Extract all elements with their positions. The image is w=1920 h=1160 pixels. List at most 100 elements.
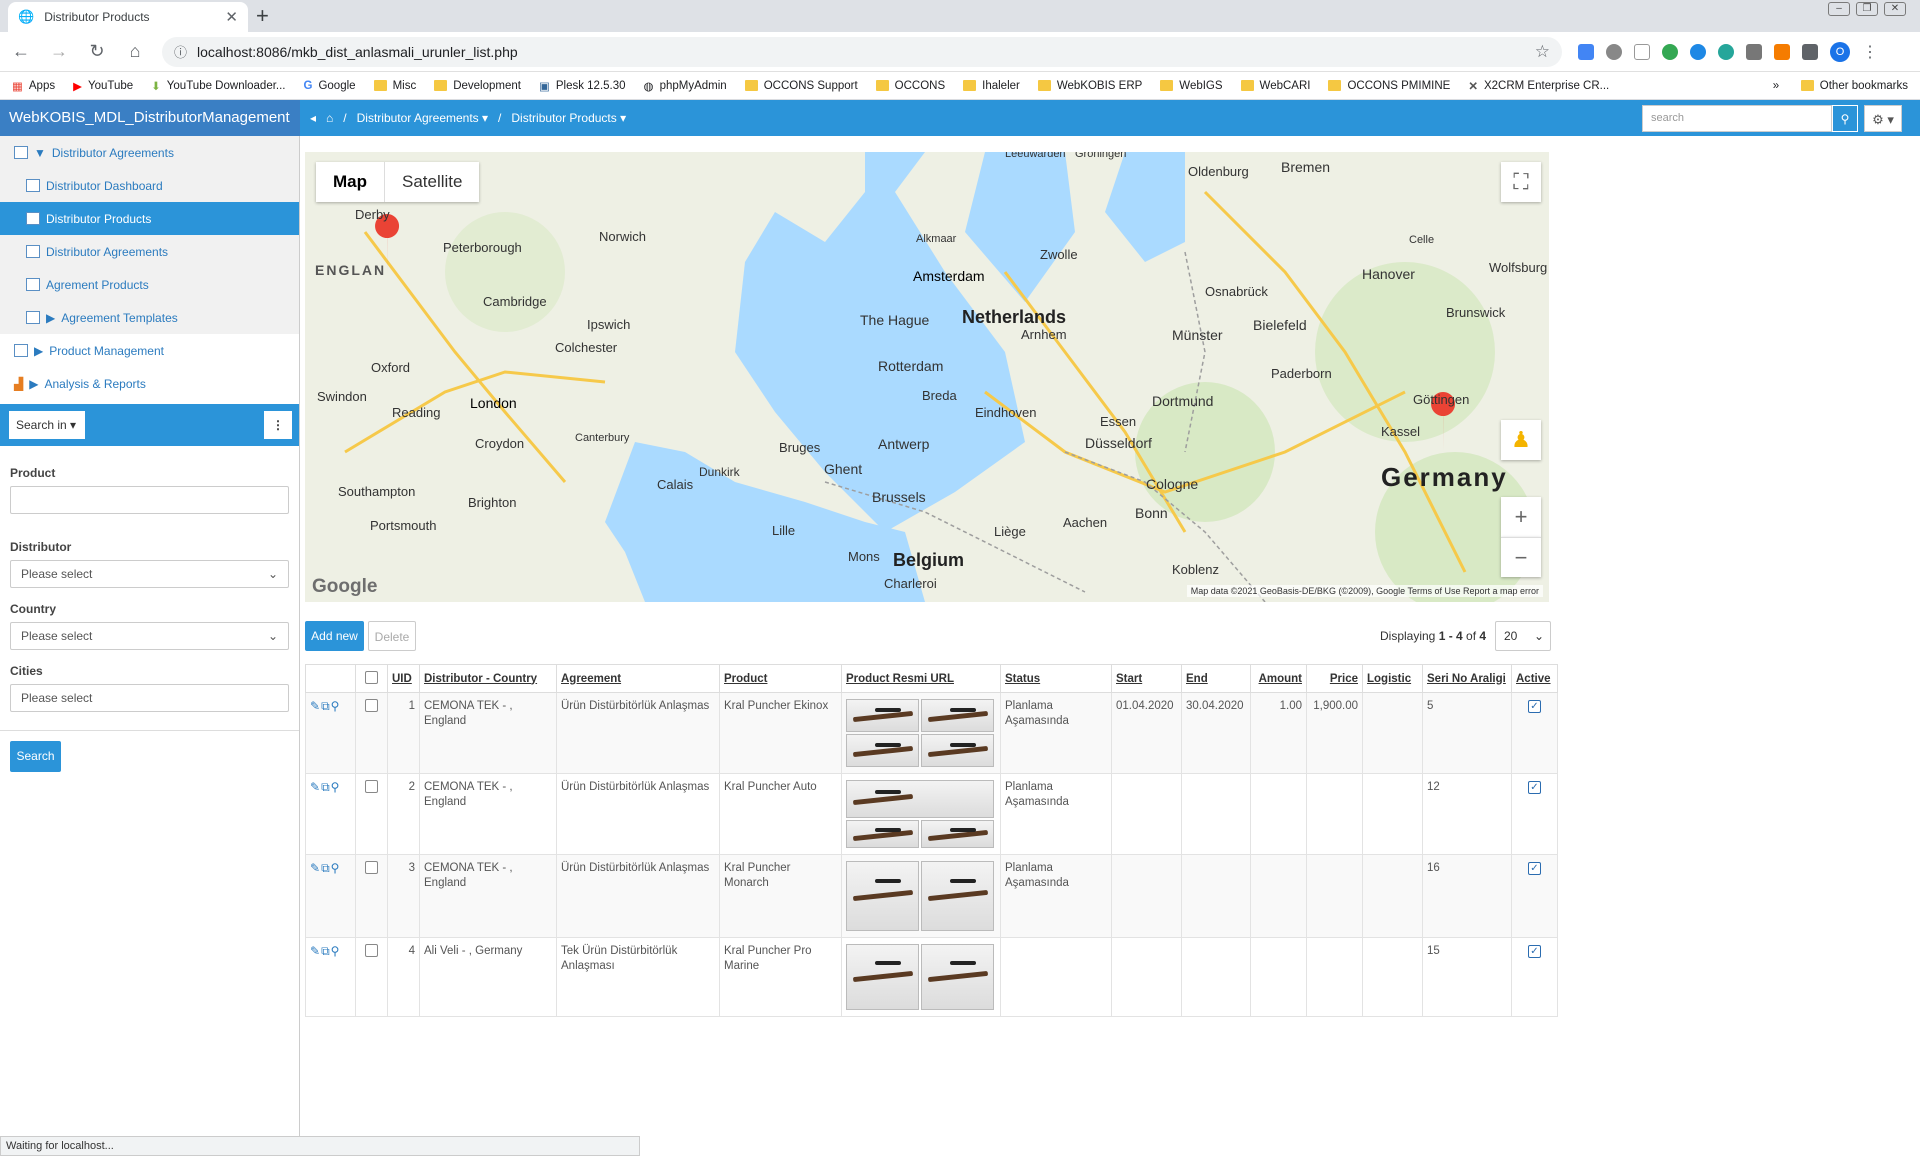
w-extension-icon[interactable] [1634, 43, 1650, 60]
col-end[interactable]: End [1181, 664, 1251, 693]
pin-extension-icon[interactable] [1662, 43, 1678, 60]
sidebar-item-distributor-products[interactable]: Distributor Products [0, 202, 299, 235]
product-image[interactable] [846, 820, 919, 848]
page-size-select[interactable]: 20 ⌄ [1495, 621, 1551, 651]
bookmark-phpmyadmin[interactable]: ◍ phpMyAdmin [644, 79, 727, 93]
map-type-satellite-button[interactable]: Satellite [384, 162, 479, 202]
select-all-checkbox[interactable] [355, 664, 388, 693]
bookmark-occons-support[interactable]: OCCONS Support [744, 80, 858, 92]
home-icon[interactable]: ⌂ [124, 41, 146, 62]
street-view-pegman-icon[interactable]: ♟ [1501, 420, 1541, 460]
bookmark-occons[interactable]: OCCONS [875, 80, 945, 92]
bookmark-misc[interactable]: Misc [373, 80, 416, 92]
recycle-extension-icon[interactable] [1606, 43, 1622, 60]
zoom-in-icon[interactable]: + [1501, 497, 1541, 537]
product-image[interactable] [921, 734, 994, 767]
bookmark-webcari[interactable]: WebCARI [1240, 80, 1310, 92]
sidebar-item-agreement-templates[interactable]: ▶ Agreement Templates [0, 301, 299, 334]
product-image[interactable] [921, 820, 994, 848]
product-image[interactable] [846, 734, 919, 767]
row-checkbox[interactable] [355, 854, 388, 938]
bookmark-webkobis-erp[interactable]: WebKOBIS ERP [1037, 80, 1142, 92]
reload-icon[interactable]: ↻ [86, 41, 108, 62]
grid-extension-icon[interactable] [1746, 43, 1762, 60]
edit-icon[interactable]: ✎ [310, 944, 321, 958]
view-search-icon[interactable]: ⚲ [331, 780, 341, 794]
copy-icon[interactable]: ⧉ [321, 699, 331, 713]
restore-button[interactable]: ❐ [1856, 2, 1878, 16]
bookmark-apps[interactable]: ▦ Apps [12, 79, 55, 93]
bookmark-star-icon[interactable]: ☆ [1535, 42, 1550, 62]
add-new-button[interactable]: Add new [305, 621, 364, 651]
view-search-icon[interactable]: ⚲ [331, 944, 341, 958]
col-logistic[interactable]: Logistic [1362, 664, 1423, 693]
edit-icon[interactable]: ✎ [310, 861, 321, 875]
product-image[interactable] [921, 861, 994, 931]
bookmark-x2crm[interactable]: ✕ X2CRM Enterprise CR... [1468, 79, 1609, 93]
puzzle-extension-icon[interactable] [1802, 43, 1818, 60]
more-options-icon[interactable]: ⋮ [264, 411, 292, 439]
col-distributor[interactable]: Distributor - Country [419, 664, 557, 693]
translate-extension-icon[interactable] [1578, 43, 1594, 60]
map-type-map-button[interactable]: Map [316, 162, 384, 202]
col-price[interactable]: Price [1306, 664, 1363, 693]
gear-icon[interactable]: ⚙ ▾ [1864, 105, 1902, 132]
breadcrumb-agreements[interactable]: Distributor Agreements ▾ [357, 111, 488, 125]
row-checkbox[interactable] [355, 692, 388, 774]
active-checkbox[interactable]: ✓ [1511, 854, 1558, 938]
copy-icon[interactable]: ⧉ [321, 780, 331, 794]
globe-extension-icon[interactable] [1718, 43, 1734, 60]
col-product-url[interactable]: Product Resmi URL [841, 664, 1001, 693]
map-attribution[interactable]: Map data ©2021 GeoBasis-DE/BKG (©2009), … [1186, 585, 1543, 597]
orange-extension-icon[interactable] [1774, 43, 1790, 60]
forward-icon[interactable]: → [48, 41, 70, 62]
url-bar[interactable]: ⓘ localhost:8086/mkb_dist_anlasmali_urun… [162, 36, 1562, 67]
window-close-button[interactable]: ✕ [1884, 2, 1906, 16]
other-bookmarks[interactable]: » Other bookmarks [1773, 80, 1908, 92]
profile-avatar[interactable]: O [1830, 41, 1850, 62]
breadcrumb-products[interactable]: Distributor Products ▾ [511, 111, 626, 125]
product-image[interactable] [921, 944, 994, 1010]
browser-menu-icon[interactable]: ⋮ [1862, 42, 1878, 62]
col-uid[interactable]: UID [387, 664, 420, 693]
view-search-icon[interactable]: ⚲ [331, 699, 341, 713]
sidebar-item-product-management[interactable]: ▶ Product Management [0, 334, 299, 367]
bookmark-development[interactable]: Development [434, 80, 521, 92]
map[interactable]: Map Satellite ⛶ ♟ + − Netherlands German… [305, 152, 1549, 602]
edit-icon[interactable]: ✎ [310, 780, 321, 794]
browser-tab[interactable]: 🌐 Distributor Products ✕ [8, 2, 248, 32]
search-icon[interactable]: ⚲ [1832, 105, 1858, 132]
bookmark-youtube-downloader[interactable]: ⬇ YouTube Downloader... [151, 79, 285, 93]
col-seri[interactable]: Seri No Araligi [1422, 664, 1512, 693]
copy-icon[interactable]: ⧉ [321, 861, 331, 875]
product-image[interactable] [921, 699, 994, 732]
bookmark-plesk[interactable]: ▣ Plesk 12.5.30 [539, 79, 626, 93]
col-agreement[interactable]: Agreement [556, 664, 720, 693]
minimize-button[interactable]: – [1828, 2, 1850, 16]
active-checkbox[interactable]: ✓ [1511, 692, 1558, 774]
sidebar-item-distributor-agreements-group[interactable]: ▼ Distributor Agreements [0, 136, 299, 169]
col-product[interactable]: Product [719, 664, 842, 693]
sidebar-item-distributor-dashboard[interactable]: Distributor Dashboard [0, 169, 299, 202]
active-checkbox[interactable]: ✓ [1511, 773, 1558, 855]
link-extension-icon[interactable] [1690, 43, 1706, 60]
col-amount[interactable]: Amount [1250, 664, 1307, 693]
sidebar-item-agrement-products[interactable]: Agrement Products [0, 268, 299, 301]
zoom-out-icon[interactable]: − [1501, 537, 1541, 577]
row-checkbox[interactable] [355, 937, 388, 1017]
sidebar-item-distributor-agreements[interactable]: Distributor Agreements [0, 235, 299, 268]
bookmark-google[interactable]: G Google [304, 80, 356, 92]
back-icon[interactable]: ← [10, 41, 32, 62]
copy-icon[interactable]: ⧉ [321, 944, 331, 958]
row-checkbox[interactable] [355, 773, 388, 855]
active-checkbox[interactable]: ✓ [1511, 937, 1558, 1017]
product-image[interactable] [846, 780, 994, 818]
bookmark-webigs[interactable]: WebIGS [1160, 80, 1223, 92]
col-status[interactable]: Status [1000, 664, 1112, 693]
product-image[interactable] [846, 944, 919, 1010]
search-in-dropdown[interactable]: Search in ▾ [9, 411, 85, 439]
distributor-select[interactable]: Please select ⌄ [10, 560, 289, 588]
cities-select[interactable]: Please select [10, 684, 289, 712]
fullscreen-icon[interactable]: ⛶ [1501, 162, 1541, 202]
col-start[interactable]: Start [1111, 664, 1182, 693]
